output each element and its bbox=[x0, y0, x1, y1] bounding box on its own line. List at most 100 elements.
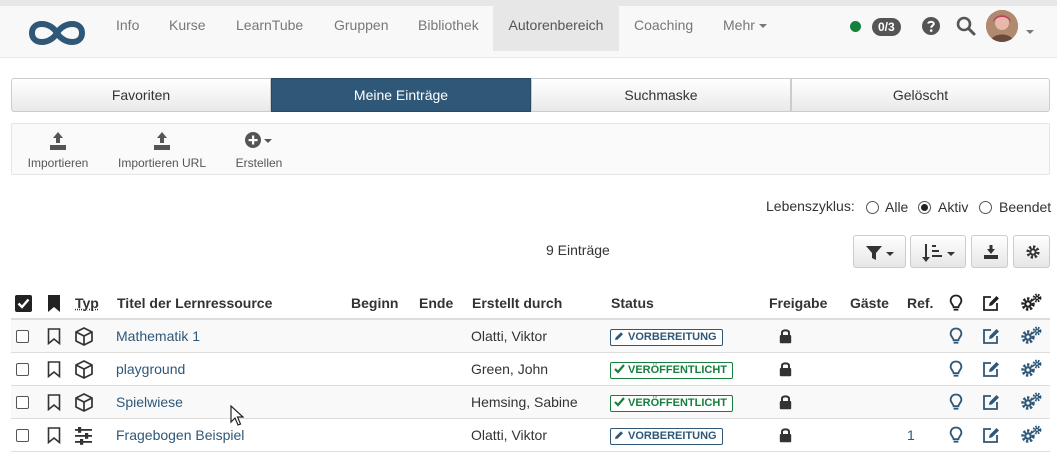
import-label: Importieren bbox=[27, 156, 89, 170]
lock-icon bbox=[779, 395, 792, 410]
gears-icon[interactable] bbox=[1020, 359, 1042, 379]
lifecycle-radio-alle[interactable] bbox=[866, 201, 879, 214]
nav-gruppen[interactable]: Gruppen bbox=[319, 0, 403, 51]
edit-icon[interactable] bbox=[981, 327, 1000, 345]
lifecycle-label: Lebenszyklus: bbox=[766, 198, 855, 214]
edit-icon[interactable] bbox=[981, 360, 1000, 378]
col-begin[interactable]: Beginn bbox=[351, 295, 398, 311]
table-row: Spielwiese Hemsing, Sabine VERÖFFENTLICHT bbox=[11, 386, 1050, 419]
gears-icon[interactable] bbox=[1020, 392, 1042, 412]
resource-title-link[interactable]: Mathematik 1 bbox=[116, 328, 200, 344]
mouse-cursor-icon bbox=[230, 405, 244, 426]
nav-autorenbereich[interactable]: Autorenbereich bbox=[493, 0, 619, 51]
col-author[interactable]: Erstellt durch bbox=[472, 295, 562, 311]
tab-meine-eintraege[interactable]: Meine Einträge bbox=[271, 78, 531, 112]
edit-icon[interactable] bbox=[981, 426, 1000, 444]
check-icon bbox=[614, 397, 625, 407]
status-badge: VERÖFFENTLICHT bbox=[610, 362, 733, 379]
avatar[interactable] bbox=[986, 10, 1018, 42]
lightbulb-icon[interactable] bbox=[949, 393, 963, 412]
chevron-down-icon[interactable] bbox=[1026, 30, 1034, 34]
row-checkbox[interactable] bbox=[16, 363, 29, 376]
create-button[interactable]: Erstellen bbox=[235, 130, 283, 170]
nav-coaching[interactable]: Coaching bbox=[619, 0, 708, 51]
plus-circle-icon bbox=[245, 132, 272, 148]
bookmark-outline-icon[interactable] bbox=[47, 394, 61, 411]
nav-bibliothek[interactable]: Bibliothek bbox=[403, 0, 494, 51]
resource-title-link[interactable]: Fragebogen Beispiel bbox=[116, 427, 244, 443]
counter-badge[interactable]: 0/3 bbox=[872, 18, 901, 36]
lock-icon bbox=[779, 362, 792, 377]
upload-icon bbox=[154, 132, 170, 150]
tab-favoriten[interactable]: Favoriten bbox=[11, 78, 271, 112]
bookmark-icon bbox=[48, 295, 60, 312]
lock-icon bbox=[779, 428, 792, 443]
row-checkbox[interactable] bbox=[16, 429, 29, 442]
lifecycle-radio-aktiv[interactable] bbox=[918, 201, 931, 214]
lifecycle-option-beendet[interactable]: Beendet bbox=[999, 199, 1051, 215]
col-ref[interactable]: Ref. bbox=[907, 295, 933, 311]
gear-icon bbox=[1026, 245, 1040, 259]
col-share[interactable]: Freigabe bbox=[769, 295, 827, 311]
lightbulb-icon[interactable] bbox=[949, 426, 963, 445]
status-badge: VORBEREITUNG bbox=[610, 329, 723, 346]
entries-count: 9 Einträge bbox=[546, 242, 610, 258]
action-toolbar: Importieren Importieren URL Erstellen bbox=[11, 123, 1050, 175]
col-status[interactable]: Status bbox=[611, 295, 654, 311]
col-guests[interactable]: Gäste bbox=[850, 295, 889, 311]
table-row: Fragebogen Beispiel Olatti, Viktor VORBERE… bbox=[11, 419, 1050, 452]
online-status-icon[interactable] bbox=[850, 21, 861, 32]
author-name: Hemsing, Sabine bbox=[471, 394, 578, 410]
nav-learntube[interactable]: LearnTube bbox=[221, 0, 318, 51]
select-all-checkbox[interactable] bbox=[15, 295, 32, 312]
sort-button[interactable] bbox=[910, 235, 966, 268]
gears-icon[interactable] bbox=[1020, 425, 1042, 445]
sliders-icon bbox=[75, 427, 92, 445]
resource-title-link[interactable]: playground bbox=[116, 361, 185, 377]
settings-button[interactable] bbox=[1013, 235, 1050, 268]
import-url-label: Importieren URL bbox=[117, 156, 207, 170]
lightbulb-icon[interactable] bbox=[949, 360, 963, 379]
sort-icon bbox=[922, 244, 955, 262]
check-icon bbox=[614, 364, 625, 374]
openolat-logo-icon[interactable] bbox=[26, 15, 88, 51]
download-icon bbox=[984, 245, 998, 259]
bookmark-outline-icon[interactable] bbox=[47, 427, 61, 444]
download-button[interactable] bbox=[971, 235, 1008, 268]
row-checkbox[interactable] bbox=[16, 396, 29, 409]
nav-kurse[interactable]: Kurse bbox=[154, 0, 221, 51]
lightbulb-icon[interactable] bbox=[949, 327, 963, 346]
create-label: Erstellen bbox=[235, 156, 283, 170]
import-button[interactable]: Importieren bbox=[27, 130, 89, 170]
cube-icon bbox=[75, 393, 93, 412]
filter-button[interactable] bbox=[853, 235, 906, 268]
lock-icon bbox=[779, 329, 792, 344]
bookmark-outline-icon[interactable] bbox=[47, 361, 61, 378]
lifecycle-radio-beendet[interactable] bbox=[979, 201, 992, 214]
bookmark-outline-icon[interactable] bbox=[47, 328, 61, 345]
author-name: Olatti, Viktor bbox=[471, 427, 547, 443]
chevron-down-icon bbox=[758, 24, 767, 29]
edit-icon[interactable] bbox=[981, 393, 1000, 411]
reference-count[interactable]: 1 bbox=[907, 427, 915, 443]
row-checkbox[interactable] bbox=[16, 330, 29, 343]
resource-title-link[interactable]: Spielwiese bbox=[116, 394, 183, 410]
filter-icon bbox=[866, 246, 894, 260]
col-title[interactable]: Titel der Lernressource bbox=[117, 295, 272, 311]
col-type[interactable]: Typ bbox=[75, 295, 99, 311]
nav-info[interactable]: Info bbox=[101, 0, 154, 51]
gears-icon bbox=[1021, 293, 1042, 311]
tab-suchmaske[interactable]: Suchmaske bbox=[531, 78, 791, 112]
help-icon[interactable] bbox=[921, 16, 941, 36]
pencil-icon bbox=[615, 332, 623, 340]
import-url-button[interactable]: Importieren URL bbox=[117, 130, 207, 170]
lifecycle-option-alle[interactable]: Alle bbox=[885, 199, 908, 215]
gears-icon[interactable] bbox=[1020, 326, 1042, 346]
col-end[interactable]: Ende bbox=[419, 295, 453, 311]
lifecycle-option-aktiv[interactable]: Aktiv bbox=[938, 199, 968, 215]
nav-mehr[interactable]: Mehr bbox=[708, 0, 782, 51]
tab-geloescht[interactable]: Gelöscht bbox=[791, 78, 1050, 112]
search-icon[interactable] bbox=[956, 16, 976, 36]
pencil-icon bbox=[615, 431, 623, 439]
upload-icon bbox=[50, 132, 66, 150]
